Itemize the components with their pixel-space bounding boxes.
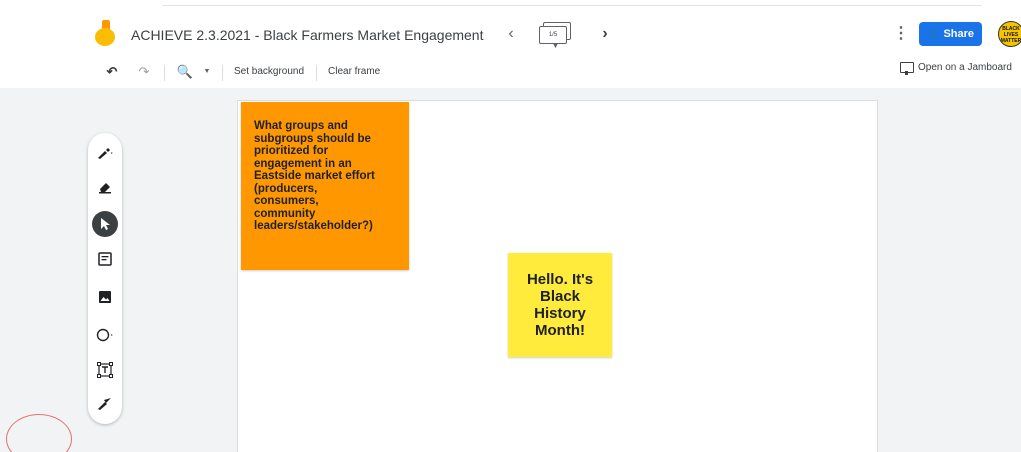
note-line: Eastside market effort [254,170,375,182]
note-line: Hello. It's [526,271,594,288]
avatar[interactable]: BLACK LIVES MATTER [998,21,1021,47]
note-text: Hello. It's Black History Month! [527,271,593,339]
note-line: engagement in an [254,157,352,170]
toolbar-divider [164,65,165,81]
note-line: subgroups should be [254,132,371,145]
note-line: leaders/stakeholder?) [254,220,373,232]
image-icon[interactable] [88,285,122,309]
frame-bar-button[interactable]: 1/5 ▼ [539,22,573,50]
undo-icon[interactable]: ↶ [104,62,120,82]
add-person-icon: 👤 [926,28,940,40]
avatar-text: BLACK LIVES MATTER [1000,26,1021,44]
cursor-highlight [6,414,72,452]
open-on-jamboard-button[interactable]: Open on a Jamboard [900,62,1012,75]
redo-icon[interactable]: ↷ [136,62,152,82]
zoom-icon[interactable]: 🔍 [176,62,194,82]
more-options-icon[interactable]: ⋮ [893,24,909,44]
note-line: prioritized for [254,145,329,157]
text-box-icon[interactable] [88,358,122,382]
browser-strip [162,0,982,6]
note-line: Month! [535,322,585,339]
note-line: community [254,207,316,220]
document-title[interactable]: ACHIEVE 2.3.2021 - Black Farmers Market … [131,27,483,43]
open-on-jamboard-label: Open on a Jamboard [918,62,1012,73]
share-button[interactable]: 👤 Share [919,22,982,46]
frame-indicator: 1/5 [539,26,567,44]
edit-toolbar: ↶ ↷ 🔍 ▼ Set background Clear frame [0,58,1021,86]
sticky-note-icon[interactable] [88,247,122,271]
pen-icon[interactable] [88,141,122,165]
previous-frame-button[interactable]: ‹ [503,24,519,44]
toolbar-divider [316,65,317,81]
chevron-down-icon[interactable]: ▼ [202,62,212,82]
sticky-note-yellow[interactable]: Hello. It's Black History Month! [508,253,612,357]
note-line: consumers, [254,195,319,207]
clear-frame-button[interactable]: Clear frame [328,62,380,82]
top-bar: ACHIEVE 2.3.2021 - Black Farmers Market … [0,0,1021,88]
eraser-icon[interactable] [88,175,122,199]
note-line: (producers, [254,182,318,195]
set-background-button[interactable]: Set background [234,62,304,82]
cast-icon [900,62,914,75]
jamboard-logo[interactable] [95,20,117,46]
note-line: History [534,305,586,322]
note-line: What groups and [254,120,348,132]
next-frame-button[interactable]: › [597,24,613,44]
sticky-note-orange[interactable]: What groups and subgroups should be prio… [241,102,409,270]
tool-palette [88,133,122,424]
share-label: Share [943,28,975,40]
laser-icon[interactable] [88,392,122,416]
chevron-down-icon: ▼ [552,43,559,50]
toolbar-divider [222,65,223,81]
note-line: Black [539,288,581,305]
shape-icon[interactable] [88,323,122,347]
select-icon[interactable] [88,211,122,237]
